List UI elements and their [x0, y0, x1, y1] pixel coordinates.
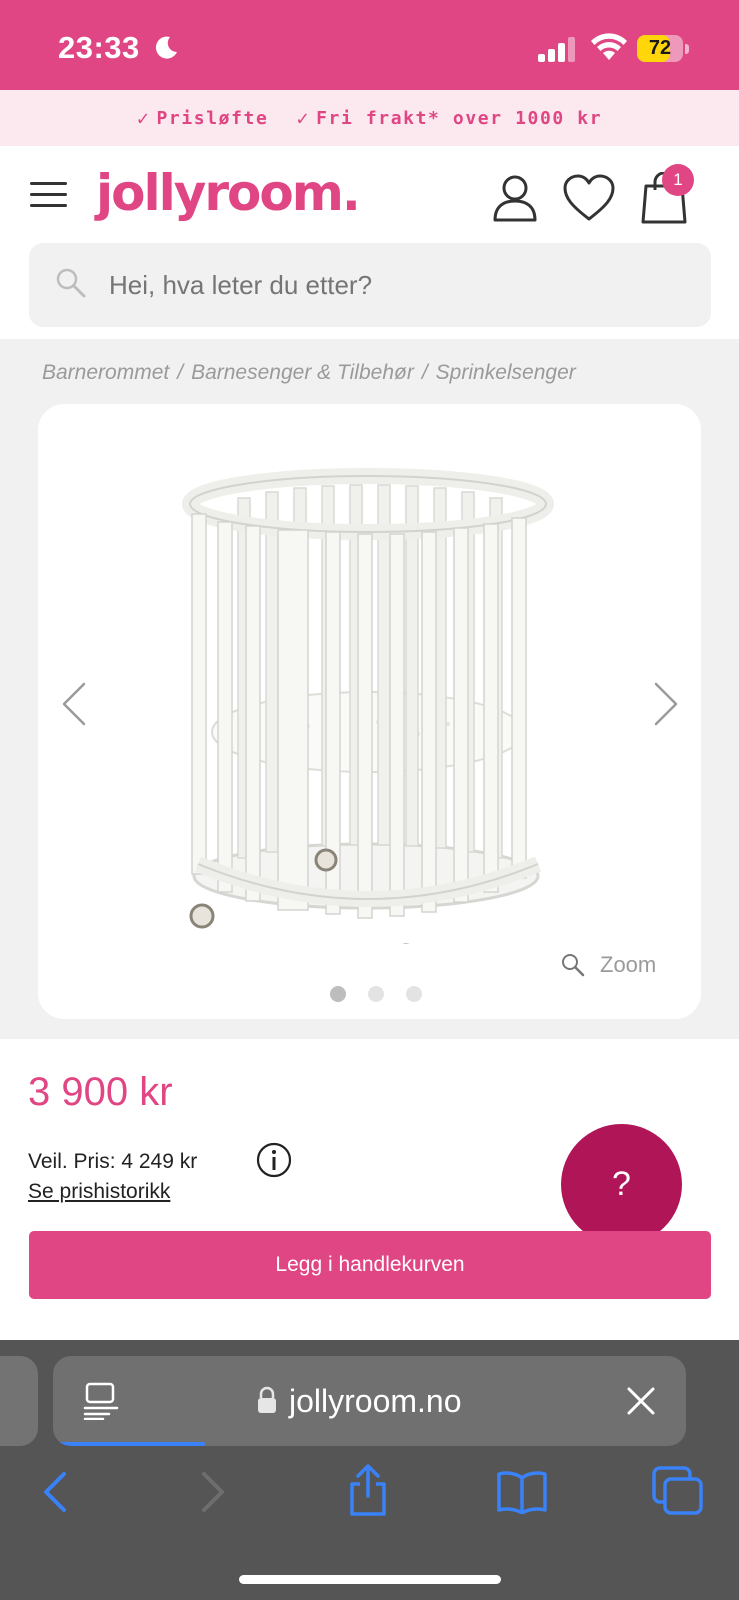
usp-bar: ✓ Prisløfte ✓ Fri frakt* over 1000 kr: [0, 90, 739, 146]
site-header: jollyroom.: [0, 146, 739, 238]
magnifier-icon: [562, 954, 585, 977]
close-icon[interactable]: [626, 1386, 656, 1416]
product-image-crib[interactable]: [178, 464, 558, 944]
breadcrumb: Barnerommet / Barnesenger & Tilbehør / S…: [42, 361, 576, 385]
zoom-button[interactable]: Zoom: [560, 952, 656, 978]
usp-item: ✓ Fri frakt* over 1000 kr: [296, 106, 602, 130]
battery-icon: 72: [637, 35, 689, 62]
chevron-left-icon[interactable]: [56, 680, 90, 728]
bookmarks-icon[interactable]: [496, 1470, 548, 1514]
check-icon: ✓: [296, 106, 311, 130]
usp-item: ✓ Prisløfte: [137, 106, 269, 130]
lock-icon: [258, 1386, 276, 1413]
pagination-dot[interactable]: [406, 986, 422, 1002]
zoom-label: Zoom: [600, 952, 657, 977]
url-text: jollyroom.no: [289, 1383, 462, 1419]
search-input[interactable]: [109, 243, 689, 327]
help-chat-button[interactable]: ?: [561, 1124, 682, 1245]
info-icon[interactable]: [256, 1142, 292, 1178]
breadcrumb-separator: /: [421, 361, 428, 384]
usp-label: Fri frakt* over 1000 kr: [316, 107, 603, 129]
check-icon: ✓: [136, 106, 151, 130]
breadcrumb-item[interactable]: Barnesenger & Tilbehør: [191, 361, 414, 385]
forward-icon[interactable]: [198, 1470, 228, 1514]
status-time: 23:33: [58, 30, 140, 65]
battery-level: 72: [648, 37, 672, 59]
reader-mode-icon[interactable]: [83, 1382, 119, 1420]
usp-label: Prisløfte: [156, 107, 269, 129]
user-icon[interactable]: [492, 174, 538, 222]
price-history-link[interactable]: Se prishistorikk: [28, 1180, 170, 1204]
previous-tab-preview[interactable]: [0, 1356, 38, 1446]
search-bar: [29, 243, 711, 327]
address-bar[interactable]: jollyroom.no: [53, 1356, 686, 1446]
status-bar: 23:33 72: [0, 0, 739, 90]
cart-count-badge: 1: [662, 164, 694, 196]
page-load-progress: [53, 1442, 205, 1446]
wifi-icon: [591, 33, 627, 60]
moon-icon: [155, 36, 177, 59]
gallery-pagination: [330, 986, 422, 1002]
pagination-dot-active[interactable]: [330, 986, 346, 1002]
breadcrumb-separator: /: [177, 361, 184, 384]
home-indicator: [239, 1575, 501, 1584]
breadcrumb-item[interactable]: Sprinkelsenger: [436, 361, 576, 385]
recommended-price: Veil. Pris: 4 249 kr: [28, 1150, 198, 1173]
back-icon[interactable]: [40, 1470, 70, 1514]
chevron-right-icon[interactable]: [650, 680, 684, 728]
signal-icon: [538, 37, 575, 62]
share-icon[interactable]: [346, 1464, 390, 1518]
tabs-icon[interactable]: [652, 1466, 704, 1516]
pagination-dot[interactable]: [368, 986, 384, 1002]
site-logo[interactable]: jollyroom.: [96, 164, 361, 222]
breadcrumb-item[interactable]: Barnerommet: [42, 361, 169, 385]
menu-icon[interactable]: [30, 182, 67, 208]
product-image-card: Zoom: [38, 404, 701, 1019]
search-icon: [56, 268, 86, 298]
add-to-cart-button[interactable]: Legg i handlekurven: [29, 1231, 711, 1299]
product-price: 3 900 kr: [28, 1070, 173, 1114]
heart-icon[interactable]: [562, 174, 616, 222]
